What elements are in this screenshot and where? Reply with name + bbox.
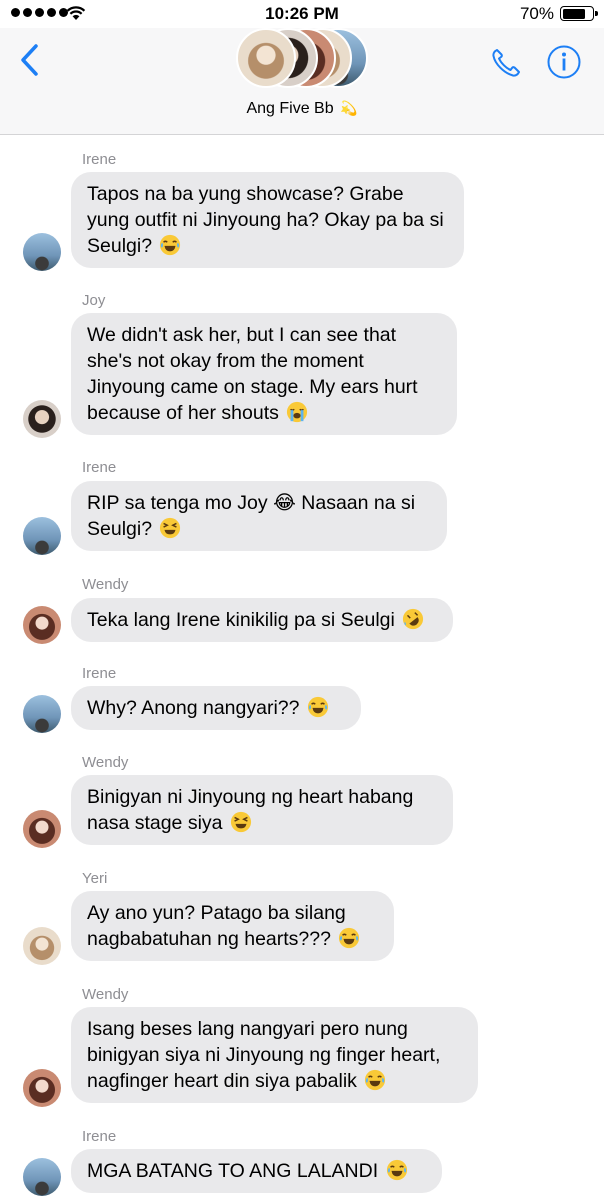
avatar[interactable] bbox=[23, 927, 61, 965]
sender-name: Wendy bbox=[82, 754, 129, 771]
message-text: Ay ano yun? Patago ba silang nagbabatuha… bbox=[87, 902, 346, 950]
info-icon[interactable] bbox=[546, 44, 582, 80]
message-text: RIP sa tenga mo Joy 😂 Nasaan na si Seulg… bbox=[87, 492, 416, 540]
avatar[interactable] bbox=[23, 1158, 61, 1196]
avatar[interactable] bbox=[23, 517, 61, 555]
dizzy-emoji: 💫 bbox=[340, 100, 358, 116]
group-member-avatar bbox=[236, 28, 296, 88]
rolling-on-floor-laughing-icon bbox=[403, 608, 424, 630]
sender-name: Wendy bbox=[82, 576, 129, 593]
message-bubble[interactable]: RIP sa tenga mo Joy 😂 Nasaan na si Seulg… bbox=[71, 481, 447, 551]
chat-screen: 10:26 PM 70% Ang Five Bb 💫 Irene Tapos n… bbox=[0, 0, 604, 1200]
group-name-label: Ang Five Bb bbox=[246, 100, 334, 117]
message-text: Tapos na ba yung showcase? Grabe yung ou… bbox=[87, 183, 444, 257]
message-bubble[interactable]: Tapos na ba yung showcase? Grabe yung ou… bbox=[71, 172, 464, 268]
avatar[interactable] bbox=[23, 1069, 61, 1107]
message-bubble[interactable]: Isang beses lang nangyari pero nung bini… bbox=[71, 1007, 478, 1103]
face-with-tears-of-joy-icon bbox=[365, 1069, 386, 1091]
group-avatar-stack[interactable] bbox=[236, 28, 376, 90]
message-bubble[interactable]: Binigyan ni Jinyoung ng heart habang nas… bbox=[71, 775, 453, 845]
message-text: MGA BATANG TO ANG LALANDI bbox=[87, 1160, 379, 1182]
message-text: Teka lang Irene kinikilig pa si Seulgi bbox=[87, 609, 395, 631]
loudly-crying-face-icon bbox=[287, 401, 308, 423]
battery-icon bbox=[560, 6, 598, 21]
sender-name: Wendy bbox=[82, 986, 129, 1003]
message-text: We didn't ask her, but I can see that sh… bbox=[87, 324, 418, 424]
message-bubble[interactable]: Teka lang Irene kinikilig pa si Seulgi bbox=[71, 598, 453, 642]
message-list[interactable]: Irene Tapos na ba yung showcase? Grabe y… bbox=[0, 135, 604, 1200]
message-bubble[interactable]: Why? Anong nangyari?? bbox=[71, 686, 361, 730]
face-with-tears-of-joy-icon bbox=[339, 927, 360, 949]
conversation-header: Ang Five Bb 💫 bbox=[0, 28, 604, 135]
squinting-face-icon bbox=[160, 517, 181, 539]
sender-name: Irene bbox=[82, 459, 117, 476]
status-time: 10:26 PM bbox=[265, 4, 339, 23]
avatar[interactable] bbox=[23, 695, 61, 733]
group-name[interactable]: Ang Five Bb 💫 bbox=[0, 100, 604, 118]
sender-name: Irene bbox=[82, 151, 117, 168]
sender-name: Irene bbox=[82, 1128, 117, 1145]
status-bar: 10:26 PM 70% bbox=[0, 0, 604, 28]
face-with-tears-of-joy-icon bbox=[307, 696, 328, 718]
message-bubble[interactable]: MGA BATANG TO ANG LALANDI bbox=[71, 1149, 442, 1193]
message-text: Why? Anong nangyari?? bbox=[87, 697, 300, 719]
message-text: Isang beses lang nangyari pero nung bini… bbox=[87, 1018, 441, 1092]
sender-name: Joy bbox=[82, 292, 106, 309]
squinting-face-icon bbox=[230, 811, 252, 833]
avatar[interactable] bbox=[23, 400, 61, 438]
sender-name: Yeri bbox=[82, 870, 108, 887]
chevron-left-icon[interactable] bbox=[16, 42, 46, 78]
phone-icon[interactable] bbox=[488, 45, 524, 81]
message-bubble[interactable]: We didn't ask her, but I can see that sh… bbox=[71, 313, 457, 435]
face-with-tears-of-joy-icon bbox=[160, 234, 181, 256]
avatar[interactable] bbox=[23, 810, 61, 848]
avatar[interactable] bbox=[23, 606, 61, 644]
sender-name: Irene bbox=[82, 665, 117, 682]
battery-percent: 70% bbox=[519, 4, 554, 23]
face-with-tears-of-joy-icon bbox=[386, 1159, 407, 1181]
message-bubble[interactable]: Ay ano yun? Patago ba silang nagbabatuha… bbox=[71, 891, 394, 961]
avatar[interactable] bbox=[23, 233, 61, 271]
